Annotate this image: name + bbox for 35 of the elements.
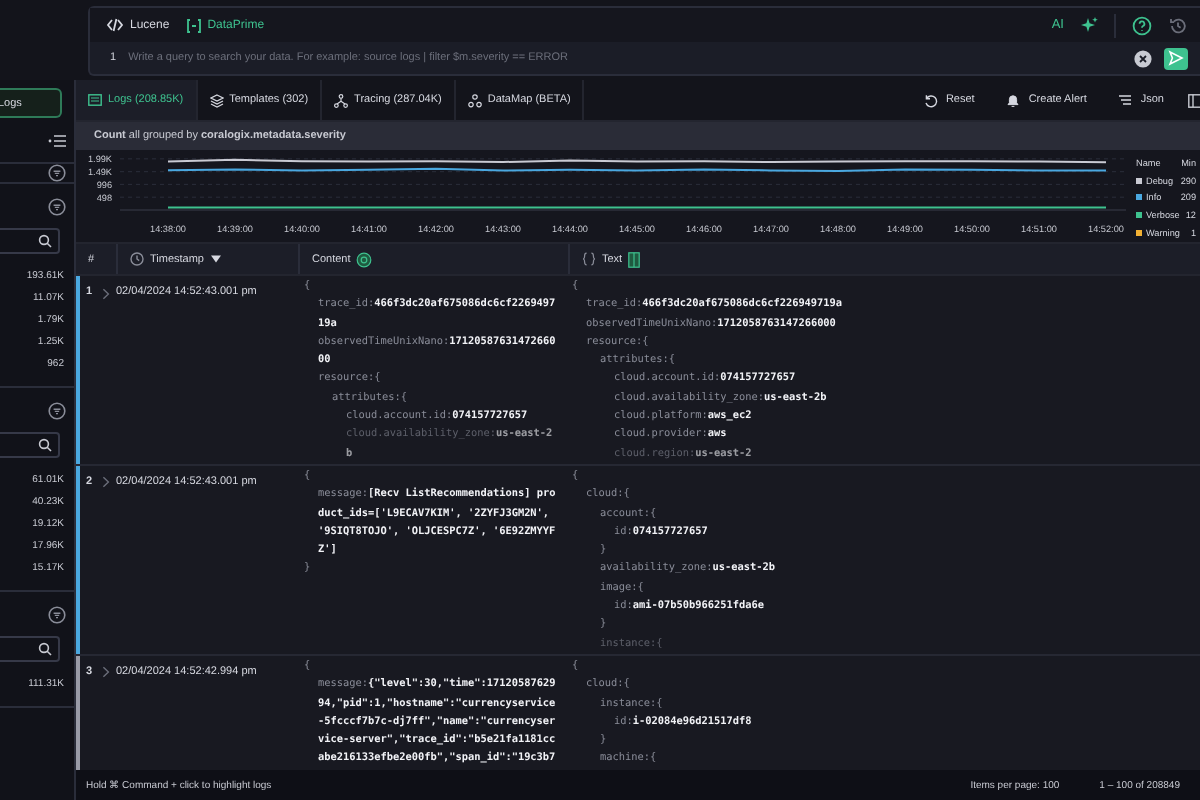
send-icon (1168, 50, 1184, 66)
lines-icon (1118, 94, 1133, 106)
stack-icon (209, 93, 224, 107)
sparkle-icon[interactable] (1080, 16, 1098, 34)
list-icon (88, 94, 102, 106)
column-toggle-icon[interactable] (628, 251, 641, 267)
clear-icon[interactable] (1134, 49, 1152, 67)
clock-icon (130, 252, 144, 266)
filter-icon[interactable] (48, 606, 66, 624)
filter-icon[interactable] (48, 164, 66, 182)
collapse-sidebar-icon[interactable] (48, 133, 66, 147)
facet-search-field[interactable] (0, 228, 60, 254)
filter-icon[interactable] (48, 198, 66, 216)
search-icon (38, 642, 52, 656)
expand-chevron-icon[interactable] (102, 666, 111, 679)
tree-icon (334, 93, 349, 107)
history-icon[interactable] (1168, 15, 1188, 35)
settings-icon[interactable] (356, 251, 373, 267)
search-icon (38, 438, 52, 452)
facet-search-field[interactable] (0, 636, 60, 662)
expand-chevron-icon[interactable] (102, 476, 111, 489)
facet-search-field[interactable] (0, 432, 60, 458)
braces-icon (582, 252, 596, 266)
help-icon[interactable] (1132, 15, 1152, 35)
search-icon (38, 234, 52, 248)
sort-icon[interactable] (210, 254, 222, 264)
filter-icon[interactable] (48, 402, 66, 420)
bell-icon (1006, 93, 1021, 107)
run-query-button[interactable] (1164, 47, 1188, 69)
reset-icon (923, 93, 938, 107)
panel-icon[interactable] (1188, 93, 1200, 107)
code-icon (106, 18, 124, 32)
expand-chevron-icon[interactable] (102, 287, 111, 299)
nodes-icon (467, 93, 482, 107)
bracket-icon (185, 17, 202, 33)
